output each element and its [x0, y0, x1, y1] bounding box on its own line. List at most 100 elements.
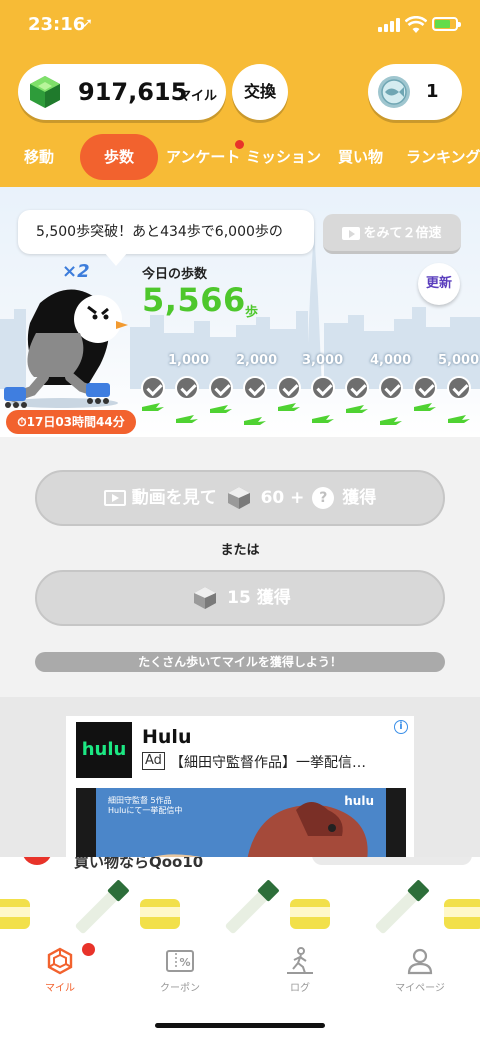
nav-log[interactable]: ログ [240, 947, 360, 994]
check-icon [141, 376, 165, 400]
exchange-label: 交換 [243, 82, 276, 101]
ad-description: 【細田守監督作品】一挙配信… [170, 755, 366, 771]
tab-move[interactable]: 移動 [24, 134, 54, 180]
watch-double-speed-button[interactable]: をみて２倍速 [323, 214, 461, 254]
tab-mission[interactable]: ミッション [246, 134, 321, 180]
timer-text: 17日03時間44分 [26, 415, 125, 429]
check-icon [209, 376, 233, 400]
refresh-button[interactable]: 更新 [418, 263, 460, 305]
qoo10-logo [22, 857, 52, 865]
status-time: 23:16 [28, 14, 86, 35]
home-indicator[interactable] [155, 1023, 325, 1028]
notification-dot [235, 140, 245, 149]
green-gem-icon [30, 76, 60, 108]
coupon-icon: % [166, 950, 194, 972]
milestone-label: 1,000 [168, 353, 210, 368]
notification-dot [82, 943, 95, 956]
nav-mile-label: マイル [45, 983, 75, 994]
ad-video-caption: 細田守監督 5作品 Huluにて一挙配信中 [108, 796, 182, 816]
ad-video-text-2: Huluにて一挙配信中 [108, 806, 183, 815]
shopping-banner[interactable]: 買い物ならQoo10 [0, 857, 480, 937]
milestone-label: 3,000 [302, 353, 344, 368]
ad-info-icon[interactable]: i [394, 720, 408, 734]
cellular-signal-icon [378, 18, 402, 32]
ad-video-logo: hulu [344, 794, 374, 808]
ad-brand: Hulu [142, 726, 192, 748]
clock-icon: ⏱ [17, 415, 27, 429]
nav-coupon-label: クーポン [160, 983, 200, 994]
video-earn-label: 動画を見て [131, 488, 217, 508]
video-icon [103, 490, 126, 506]
video-play-icon [342, 227, 361, 240]
banner-title: 買い物ならQoo10 [74, 857, 204, 871]
ad-video[interactable]: 細田守監督 5作品 Huluにて一挙配信中 hulu [76, 788, 406, 866]
check-icon [345, 376, 369, 400]
earn-amount-label: 15 獲得 [227, 588, 291, 608]
tab-steps[interactable]: 歩数 [80, 134, 158, 180]
check-icon [243, 376, 267, 400]
walking-person-icon [287, 947, 313, 974]
countdown-timer: ⏱17日03時間44分 [6, 410, 136, 434]
tab-survey[interactable]: アンケート [166, 134, 245, 180]
double-speed-label: をみて２倍速 [363, 226, 442, 241]
ticket-balance[interactable]: 1 [368, 64, 462, 120]
video-earn-amount: 60 + [260, 488, 305, 508]
gray-cube-icon [227, 487, 250, 509]
app-header: 23:16 ➚ 917,615 マイル 交換 1 移動 歩数 アンケート ミッシ… [0, 0, 480, 187]
wifi-icon [405, 16, 427, 33]
ad-video-text-1: 細田守監督 5作品 [108, 796, 172, 805]
svg-text:%: % [179, 956, 190, 969]
mile-balance[interactable]: 917,615 マイル [18, 64, 226, 120]
video-earn-suffix: 獲得 [342, 488, 377, 508]
today-steps-label: 今日の歩数 [142, 267, 208, 282]
walk-hint-text: たくさん歩いてマイルを獲得しよう！ [35, 652, 445, 672]
nav-mile[interactable]: マイル [0, 947, 120, 994]
footprints-icon [142, 403, 470, 425]
ad-badge: Ad [142, 752, 165, 770]
watch-video-earn-button[interactable]: 動画を見て 60 + ? 獲得 [35, 470, 445, 526]
bottom-navigation: マイル % クーポン ログ マイページ [0, 937, 480, 1039]
ad-card[interactable]: hulu Hulu Ad 【細田守監督作品】一挙配信… i 細田守監督 5作品 … [66, 716, 414, 866]
banner-search-pill [312, 857, 472, 865]
fish-coin-icon [378, 76, 410, 108]
steps-message-bubble: 5,500歩突破！あと434歩で6,000歩の [18, 210, 314, 254]
ad-section: hulu Hulu Ad 【細田守監督作品】一挙配信… i 細田守監督 5作品 … [0, 697, 480, 867]
exchange-button[interactable]: 交換 [232, 64, 288, 120]
penguin-rollerskate-mascot [4, 289, 128, 408]
earn-button[interactable]: 15 獲得 [35, 570, 445, 626]
earn-section: 動画を見て 60 + ? 獲得 または 15 獲得 たくさん歩いてマイルを獲得し… [0, 437, 480, 697]
today-steps-unit: 歩 [245, 305, 259, 320]
status-bar: 23:16 ➚ [0, 14, 480, 42]
location-arrow-icon: ➚ [82, 16, 93, 31]
check-icon [311, 376, 335, 400]
check-icon [447, 376, 471, 400]
mile-amount: 917,615 [78, 78, 188, 106]
product-carousel [0, 880, 480, 934]
nav-log-label: ログ [290, 983, 310, 994]
hexagon-gem-icon [47, 947, 73, 975]
steps-panel: 5,500歩突破！あと434歩で6,000歩の をみて２倍速 ×2 今日の歩数 … [0, 187, 480, 437]
nav-mypage[interactable]: マイページ [360, 947, 480, 994]
nav-coupon[interactable]: % クーポン [120, 947, 240, 994]
milestone-label: 5,000 [438, 353, 480, 368]
check-icon [379, 376, 403, 400]
check-icon [277, 376, 301, 400]
milestone-label: 2,000 [236, 353, 278, 368]
category-tabs: 移動 歩数 アンケート ミッション 買い物 ランキング [0, 134, 480, 180]
tab-survey-label: アンケート [166, 148, 241, 166]
milestone-label: 4,000 [370, 353, 412, 368]
nav-mypage-label: マイページ [395, 983, 445, 994]
tab-ranking[interactable]: ランキング [406, 134, 480, 180]
or-label: または [220, 543, 260, 558]
tab-shopping[interactable]: 買い物 [338, 134, 383, 180]
check-icon [413, 376, 437, 400]
question-icon: ? [312, 487, 335, 509]
ad-logo: hulu [76, 722, 132, 778]
battery-icon [432, 17, 461, 31]
gray-cube-icon [194, 587, 217, 609]
today-steps-count: 5,566 [142, 281, 246, 319]
user-icon [407, 948, 433, 975]
mile-unit: マイル [178, 89, 218, 104]
ticket-count: 1 [426, 81, 439, 102]
check-icon [175, 376, 199, 400]
